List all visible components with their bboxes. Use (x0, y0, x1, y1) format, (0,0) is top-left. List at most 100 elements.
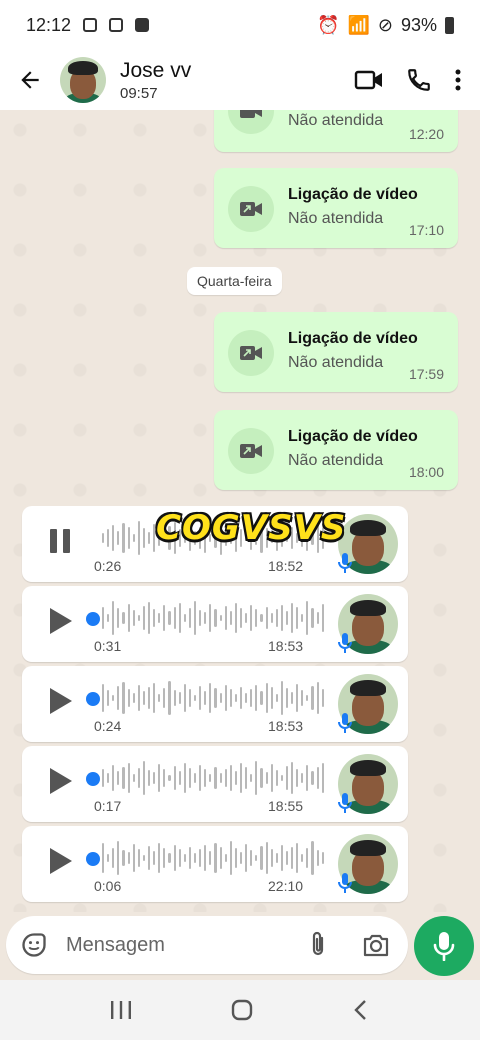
voice-message[interactable]: 0:24 18:53 (22, 666, 408, 742)
waveform-bar (107, 529, 110, 547)
waveform[interactable] (102, 760, 324, 796)
waveform-bar (311, 841, 314, 875)
waveform[interactable] (102, 680, 324, 716)
play-icon[interactable] (46, 846, 74, 876)
play-icon[interactable] (46, 686, 74, 716)
waveform-bar (127, 689, 130, 707)
waveform-bar (224, 769, 227, 787)
waveform-bar (245, 767, 248, 789)
pause-icon[interactable] (46, 526, 74, 556)
attach-icon[interactable] (308, 931, 328, 959)
waveform-bar (234, 694, 237, 702)
waveform-bar (168, 853, 171, 863)
waveform-bar (117, 531, 120, 545)
waveform-bar (229, 611, 232, 625)
waveform-bar (183, 684, 186, 712)
back-nav-icon[interactable] (351, 998, 371, 1022)
waveform-bar (122, 850, 125, 866)
waveform-bar (102, 684, 105, 712)
waveform-bar (112, 848, 115, 868)
waveform-bar (280, 845, 283, 871)
waveform-bar (168, 681, 171, 715)
contact-last-seen: 09:57 (120, 84, 158, 102)
waveform-bar (250, 850, 253, 866)
message-time: 18:55 (268, 798, 304, 814)
playback-position-dot[interactable] (86, 692, 100, 706)
voice-message[interactable]: 0:06 22:10 (22, 826, 408, 902)
waveform-bar (193, 695, 197, 701)
more-options-icon[interactable] (454, 68, 462, 92)
waveform-bar (173, 690, 176, 706)
waveform-bar (137, 849, 140, 867)
waveform-bar (301, 614, 304, 622)
waveform-bar (178, 692, 181, 704)
status-bar: 12:12 ⏰ 📶 ⊘ 93% (0, 0, 480, 50)
waveform-bar (250, 774, 253, 782)
record-voice-button[interactable] (414, 916, 474, 976)
message-time: 17:59 (408, 366, 444, 382)
playback-position-dot[interactable] (86, 772, 100, 786)
mic-icon (338, 873, 352, 893)
missed-video-call-message[interactable]: Não atendida 12:20 (214, 110, 458, 152)
waveform-bar (285, 851, 289, 865)
voice-duration: 0:31 (94, 638, 122, 654)
play-icon[interactable] (46, 606, 74, 636)
recent-apps-icon[interactable] (109, 999, 133, 1021)
waveform-bar (204, 769, 207, 787)
chat-area[interactable]: Não atendida 12:20 Ligação de vídeo Não … (0, 110, 480, 912)
waveform-bar (224, 854, 227, 862)
missed-video-call-message[interactable]: Ligação de vídeo Não atendida 18:00 (214, 410, 458, 490)
missed-video-call-message[interactable]: Ligação de vídeo Não atendida 17:10 (214, 168, 458, 248)
sticker-icon[interactable] (20, 931, 48, 959)
missed-video-call-message[interactable]: Ligação de vídeo Não atendida 17:59 (214, 312, 458, 392)
waveform-bar (296, 607, 299, 629)
waveform-bar (265, 842, 268, 874)
waveform-bar (234, 848, 237, 868)
waveform-bar (275, 694, 278, 702)
waveform-bar (306, 765, 309, 791)
waveform-bar (204, 612, 207, 624)
waveform-bar (137, 521, 140, 555)
waveform-bar (219, 693, 222, 703)
video-call-badge-icon (228, 428, 274, 474)
waveform-bar (234, 771, 237, 785)
waveform-bar (204, 845, 207, 871)
voice-message[interactable]: 0:17 18:55 (22, 746, 408, 822)
waveform-bar (142, 528, 145, 548)
waveform-bar (265, 607, 268, 629)
voice-duration: 0:26 (94, 558, 122, 574)
message-time: 18:52 (268, 558, 304, 574)
waveform-bar (147, 602, 151, 634)
waveform-bar (142, 761, 145, 795)
playback-position-dot[interactable] (86, 612, 100, 626)
message-input[interactable]: Mensagem (6, 916, 408, 974)
waveform-bar (147, 846, 151, 870)
back-button[interactable] (0, 50, 60, 110)
battery-percent: 93% (400, 14, 437, 35)
waveform-bar (270, 764, 273, 792)
composer: Mensagem (0, 912, 480, 980)
video-call-icon[interactable] (354, 68, 384, 92)
camera-icon[interactable] (362, 932, 390, 958)
waveform-bar (260, 691, 263, 705)
battery-icon (445, 16, 454, 34)
waveform[interactable] (102, 840, 324, 876)
voice-message[interactable]: 0:31 18:53 (22, 586, 408, 662)
phone-call-icon[interactable] (406, 67, 432, 93)
waveform-bar (239, 608, 243, 628)
play-icon[interactable] (46, 766, 74, 796)
waveform-bar (142, 855, 145, 861)
contact-avatar[interactable] (60, 57, 106, 103)
waveform-bar (306, 848, 309, 868)
call-status: Não atendida (288, 354, 384, 371)
home-icon[interactable] (230, 998, 254, 1022)
call-title: Ligação de vídeo (288, 330, 418, 347)
message-placeholder: Mensagem (66, 933, 165, 956)
waveform[interactable] (102, 600, 324, 636)
contact-info[interactable]: Jose vv 09:57 (120, 59, 191, 102)
screenshot-icon (83, 18, 98, 32)
waveform-bar (153, 609, 156, 627)
waveform-bar (321, 689, 324, 707)
playback-position-dot[interactable] (86, 852, 100, 866)
waveform-bar (224, 606, 227, 630)
